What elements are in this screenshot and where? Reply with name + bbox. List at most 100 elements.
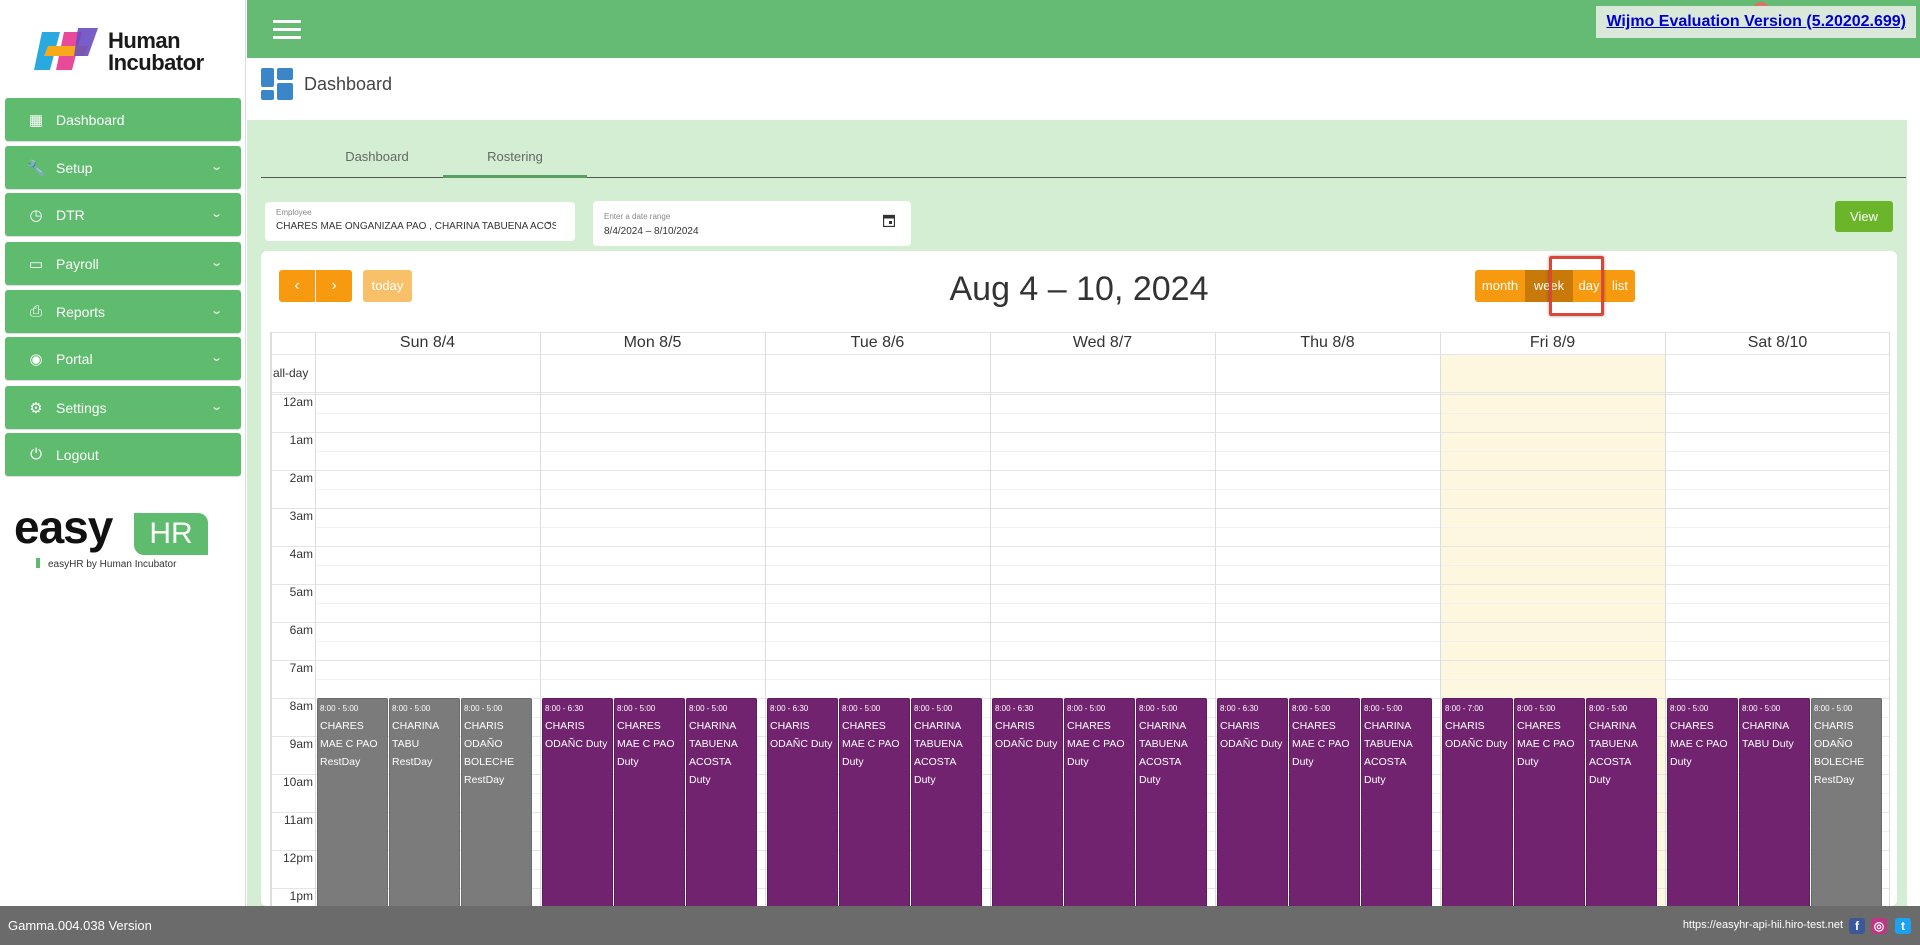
roster-event[interactable]: 8:00 - 5:00 CHARES MAE C PAO RestDay bbox=[317, 698, 388, 906]
roster-event[interactable]: 8:00 - 5:00 CHARINA TABU RestDay bbox=[389, 698, 460, 906]
roster-event[interactable]: 8:00 - 5:00 CHARIS ODAÑO BOLECHE RestDay bbox=[1811, 698, 1882, 906]
sidebar-item-label: Payroll bbox=[56, 255, 99, 272]
sidebar-item-dtr[interactable]: ◷ DTR ⌄ bbox=[5, 193, 241, 236]
roster-event[interactable]: 8:00 - 5:00 CHARINA TABUENA ACOSTA Duty bbox=[1136, 698, 1207, 906]
sidebar-item-portal[interactable]: ◉ Portal ⌄ bbox=[5, 337, 241, 380]
roster-event[interactable]: 8:00 - 6:30 CHARIS ODAÑC Duty bbox=[992, 698, 1063, 906]
time-label: 10am bbox=[282, 775, 313, 789]
hour-line bbox=[271, 394, 1889, 395]
page-header: Dashboard bbox=[247, 58, 1907, 120]
roster-event[interactable]: 8:00 - 5:00 CHARES MAE C PAO Duty bbox=[1667, 698, 1738, 906]
tab-rostering[interactable]: Rostering bbox=[443, 142, 587, 178]
tab-dashboard[interactable]: Dashboard bbox=[305, 142, 449, 178]
roster-event[interactable]: 8:00 - 6:30 CHARIS ODAÑC Duty bbox=[542, 698, 613, 906]
roster-event[interactable]: 8:00 - 5:00 CHARES MAE C PAO Duty bbox=[1289, 698, 1360, 906]
chevron-down-icon: ⌄ bbox=[209, 401, 223, 413]
chevron-down-icon[interactable]: ⌄ bbox=[545, 216, 553, 227]
roster-event[interactable]: 8:00 - 5:00 CHARES MAE C PAO Duty bbox=[1514, 698, 1585, 906]
view-month-button[interactable]: month bbox=[1475, 270, 1525, 302]
event-time: 8:00 - 6:30 bbox=[770, 704, 809, 713]
sidebar: Human Incubator ▦ Dashboard 🔧 Setup ⌄ ◷ DTR ⌄ ▭ P… bbox=[0, 0, 246, 906]
brand-logo[interactable]: Human Incubator bbox=[34, 24, 214, 80]
view-button[interactable]: View bbox=[1835, 201, 1893, 232]
event-title: CHARES MAE C PAO Duty bbox=[617, 720, 675, 768]
day-header[interactable]: Fri 8/9 bbox=[1440, 332, 1665, 354]
sidebar-item-payroll[interactable]: ▭ Payroll ⌄ bbox=[5, 242, 241, 285]
view-list-button[interactable]: list bbox=[1605, 270, 1635, 302]
roster-event[interactable]: 8:00 - 5:00 CHARINA TABUENA ACOSTA Duty bbox=[1586, 698, 1657, 906]
day-header[interactable]: Sun 8/4 bbox=[315, 332, 540, 354]
roster-event[interactable]: 8:00 - 5:00 CHARINA TABU Duty bbox=[1739, 698, 1810, 906]
top-bar: 174 Wijmo Evaluation Version (5.20202.69… bbox=[247, 0, 1920, 58]
menu-toggle-icon[interactable] bbox=[273, 20, 301, 40]
roster-event[interactable]: 8:00 - 5:00 CHARES MAE C PAO Duty bbox=[614, 698, 685, 906]
time-label: 5am bbox=[289, 585, 313, 599]
roster-event[interactable]: 8:00 - 5:00 CHARIS ODAÑO BOLECHE RestDay bbox=[461, 698, 532, 906]
calendar-title: Aug 4 – 10, 2024 bbox=[949, 270, 1209, 308]
half-hour-line bbox=[315, 603, 1889, 604]
time-label: 2am bbox=[289, 471, 313, 485]
grid-line bbox=[271, 354, 1889, 355]
portal-icon: ◉ bbox=[29, 350, 43, 368]
time-label: 7am bbox=[289, 661, 313, 675]
event-time: 8:00 - 5:00 bbox=[842, 704, 881, 713]
event-time: 8:00 - 5:00 bbox=[1292, 704, 1331, 713]
dashboard-icon: ▦ bbox=[28, 111, 44, 129]
day-header[interactable]: Thu 8/8 bbox=[1215, 332, 1440, 354]
sidebar-item-setup[interactable]: 🔧 Setup ⌄ bbox=[5, 146, 241, 189]
roster-event[interactable]: 8:00 - 5:00 CHARINA TABUENA ACOSTA Duty bbox=[1361, 698, 1432, 906]
grid-column-line bbox=[765, 332, 766, 906]
event-time: 8:00 - 5:00 bbox=[1364, 704, 1403, 713]
half-hour-line bbox=[315, 641, 1889, 642]
sidebar-item-logout[interactable]: ⏻ Logout bbox=[5, 433, 241, 476]
hour-line bbox=[271, 622, 1889, 623]
roster-event[interactable]: 8:00 - 6:30 CHARIS ODAÑC Duty bbox=[1217, 698, 1288, 906]
employee-select[interactable]: Employee CHARES MAE ONGANIZAA PAO , CHAR… bbox=[265, 202, 575, 241]
grid-column-line bbox=[271, 332, 272, 906]
grid-column-line bbox=[540, 332, 541, 906]
roster-event[interactable]: 8:00 - 6:30 CHARIS ODAÑC Duty bbox=[767, 698, 838, 906]
day-header[interactable]: Tue 8/6 bbox=[765, 332, 990, 354]
time-label: 4am bbox=[289, 547, 313, 561]
roster-event[interactable]: 8:00 - 5:00 CHARES MAE C PAO Duty bbox=[1064, 698, 1135, 906]
time-label: 3am bbox=[289, 509, 313, 523]
event-time: 8:00 - 7:00 bbox=[1445, 704, 1484, 713]
time-label: 1am bbox=[289, 433, 313, 447]
roster-event[interactable]: 8:00 - 7:00 CHARIS ODAÑC Duty bbox=[1442, 698, 1513, 906]
event-title: CHARIS ODAÑC Duty bbox=[1445, 720, 1508, 750]
event-title: CHARIS ODAÑC Duty bbox=[770, 720, 833, 750]
time-label: 12am bbox=[282, 395, 313, 409]
date-range-field[interactable]: Enter a date range 8/4/2024 – 8/10/2024 bbox=[593, 201, 911, 246]
sidebar-item-dashboard[interactable]: ▦ Dashboard bbox=[5, 98, 241, 141]
facebook-icon[interactable]: f bbox=[1849, 918, 1865, 934]
sidebar-item-reports[interactable]: ⎙ Reports ⌄ bbox=[5, 290, 241, 333]
instagram-icon[interactable]: ◎ bbox=[1871, 918, 1887, 934]
day-header[interactable]: Mon 8/5 bbox=[540, 332, 765, 354]
grid-column-line bbox=[1440, 332, 1441, 906]
event-time: 8:00 - 5:00 bbox=[1742, 704, 1781, 713]
date-range-value: 8/4/2024 – 8/10/2024 bbox=[604, 226, 699, 237]
half-hour-line bbox=[315, 451, 1889, 452]
day-header[interactable]: Wed 8/7 bbox=[990, 332, 1215, 354]
twitter-icon[interactable]: t bbox=[1895, 918, 1911, 934]
sidebar-item-label: Logout bbox=[56, 446, 99, 463]
wijmo-evaluation-link[interactable]: Wijmo Evaluation Version (5.20202.699) bbox=[1596, 6, 1916, 38]
roster-event[interactable]: 8:00 - 5:00 CHARINA TABUENA ACOSTA Duty bbox=[911, 698, 982, 906]
time-label: 6am bbox=[289, 623, 313, 637]
roster-event[interactable]: 8:00 - 5:00 CHARES MAE C PAO Duty bbox=[839, 698, 910, 906]
grid-column-line bbox=[990, 332, 991, 906]
chevron-down-icon: ⌄ bbox=[209, 305, 223, 317]
day-header[interactable]: Sat 8/10 bbox=[1665, 332, 1890, 354]
sidebar-item-settings[interactable]: ⚙ Settings ⌄ bbox=[5, 386, 241, 429]
power-icon: ⏻ bbox=[30, 446, 42, 463]
sidebar-item-label: Portal bbox=[56, 350, 93, 367]
roster-event[interactable]: 8:00 - 5:00 CHARINA TABUENA ACOSTA Duty bbox=[686, 698, 757, 906]
event-time: 8:00 - 5:00 bbox=[1589, 704, 1628, 713]
printer-icon: ⎙ bbox=[29, 303, 42, 320]
sidebar-item-label: Dashboard bbox=[56, 111, 125, 128]
event-title: CHARES MAE C PAO Duty bbox=[842, 720, 900, 768]
calendar-icon[interactable] bbox=[883, 214, 895, 227]
event-time: 8:00 - 5:00 bbox=[320, 704, 359, 713]
grid-column-line bbox=[1889, 332, 1890, 906]
easyhr-logo-hr: HR bbox=[134, 513, 208, 555]
